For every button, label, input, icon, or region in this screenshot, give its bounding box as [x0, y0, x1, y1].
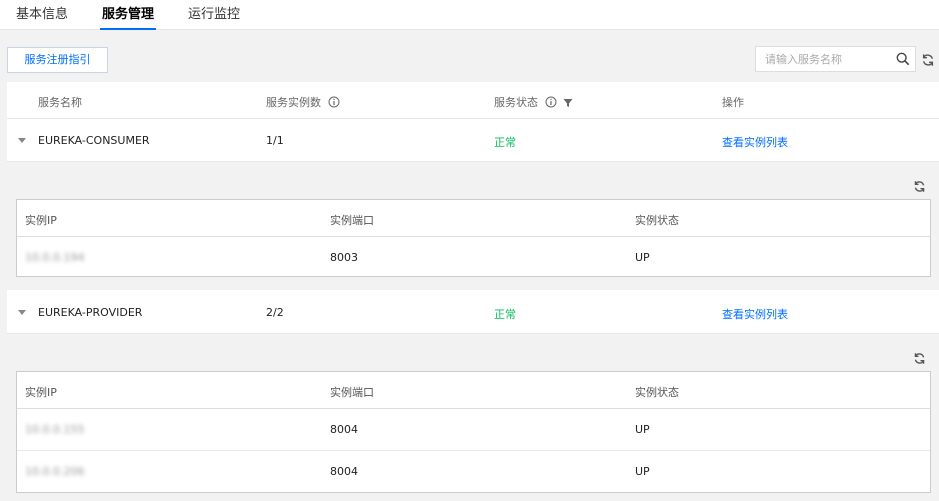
search-input[interactable]: [756, 47, 892, 71]
instance-table: 实例IP 实例端口 实例状态 10.0.0.155 8004 UP 10.0.0…: [16, 371, 931, 493]
service-instances: 1/1: [266, 134, 284, 147]
table-row: 10.0.0.155 8004 UP: [17, 409, 930, 451]
instance-state: UP: [635, 251, 650, 264]
info-icon[interactable]: [545, 96, 557, 108]
info-icon[interactable]: [328, 96, 340, 108]
view-instance-list-link[interactable]: 查看实例列表: [722, 306, 788, 322]
instance-port: 8003: [330, 251, 358, 264]
header-instance-ip: 实例IP: [25, 386, 57, 399]
collapse-caret-icon[interactable]: [18, 310, 26, 315]
header-instance-count: 服务实例数: [266, 94, 340, 110]
instance-panel: 实例IP 实例端口 实例状态 10.0.0.194 8003 UP: [7, 162, 939, 290]
instance-table-header: 实例IP 实例端口 实例状态: [17, 200, 930, 237]
service-row: EUREKA-CONSUMER 1/1 正常 查看实例列表: [7, 119, 939, 162]
instance-table-header: 实例IP 实例端口 实例状态: [17, 372, 930, 409]
refresh-icon[interactable]: [921, 53, 935, 67]
service-row: EUREKA-PROVIDER 2/2 正常 查看实例列表: [7, 291, 939, 334]
service-status: 正常: [494, 308, 516, 321]
header-actions: 操作: [722, 96, 744, 109]
instance-state: UP: [635, 465, 650, 478]
service-name: EUREKA-CONSUMER: [38, 134, 150, 147]
instance-panel: 实例IP 实例端口 实例状态 10.0.0.155 8004 UP 10.0.0…: [7, 334, 939, 501]
search-icon[interactable]: [896, 52, 910, 66]
header-instance-port: 实例端口: [330, 386, 374, 399]
header-instance-state: 实例状态: [635, 386, 679, 399]
view-instance-list-link[interactable]: 查看实例列表: [722, 134, 788, 150]
table-row: 10.0.0.206 8004 UP: [17, 451, 930, 493]
service-table: 服务名称 服务实例数 服务状态 操作 EUREKA-CONSUMER 1/1 正…: [7, 82, 939, 501]
tab-service-management[interactable]: 服务管理: [99, 0, 157, 30]
header-service-status-label: 服务状态: [494, 96, 538, 109]
search-box: [755, 46, 916, 72]
instance-ip: 10.0.0.194: [25, 251, 85, 264]
header-instance-ip: 实例IP: [25, 214, 57, 227]
service-instances: 2/2: [266, 306, 284, 319]
tab-basic-info[interactable]: 基本信息: [16, 0, 68, 30]
table-row: 10.0.0.194 8003 UP: [17, 237, 930, 279]
header-service-name: 服务名称: [38, 96, 82, 109]
refresh-icon[interactable]: [913, 352, 926, 365]
instance-port: 8004: [330, 423, 358, 436]
refresh-icon[interactable]: [913, 180, 926, 193]
collapse-caret-icon[interactable]: [18, 138, 26, 143]
header-service-status: 服务状态: [494, 94, 573, 110]
instance-port: 8004: [330, 465, 358, 478]
tab-bar: 基本信息 服务管理 运行监控: [0, 0, 939, 30]
header-instance-count-label: 服务实例数: [266, 96, 321, 109]
service-status: 正常: [494, 136, 516, 149]
instance-state: UP: [635, 423, 650, 436]
instance-ip: 10.0.0.206: [25, 465, 85, 478]
service-registration-guide-button[interactable]: 服务注册指引: [7, 47, 108, 73]
tab-runtime-monitoring[interactable]: 运行监控: [188, 0, 240, 30]
header-instance-state: 实例状态: [635, 214, 679, 227]
header-instance-port: 实例端口: [330, 214, 374, 227]
service-name: EUREKA-PROVIDER: [38, 306, 143, 319]
instance-table: 实例IP 实例端口 实例状态 10.0.0.194 8003 UP: [16, 199, 931, 277]
filter-icon[interactable]: [563, 98, 573, 108]
table-header: 服务名称 服务实例数 服务状态 操作: [7, 82, 939, 119]
instance-ip: 10.0.0.155: [25, 423, 85, 436]
